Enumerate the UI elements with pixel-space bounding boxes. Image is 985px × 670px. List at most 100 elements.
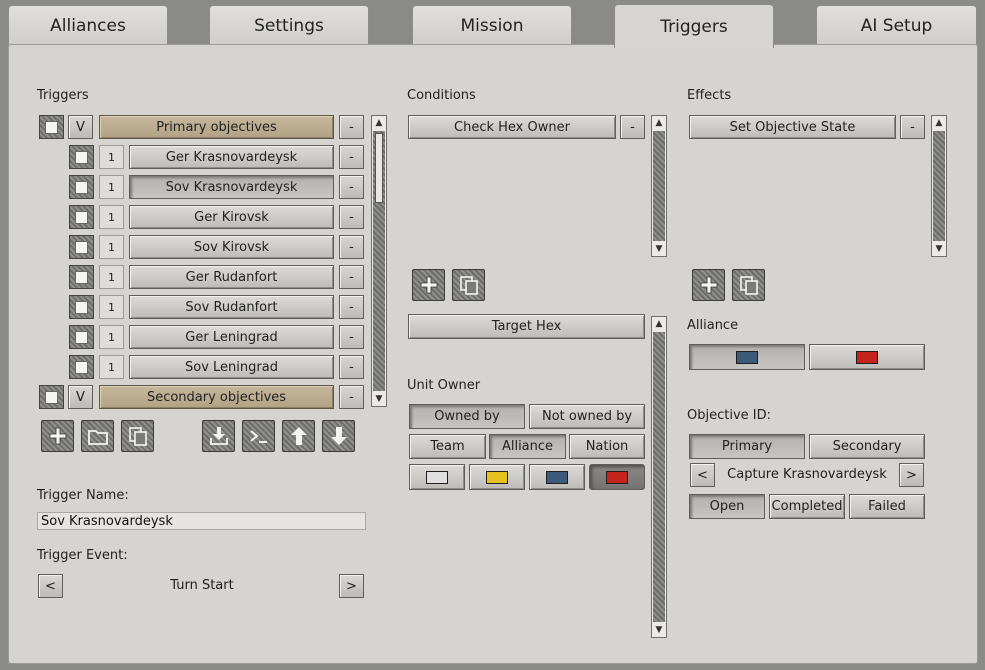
trigger-priority[interactable]: 1	[99, 325, 124, 349]
triggers-scrollbar[interactable]: ▲ ▼	[371, 115, 387, 407]
owned-by-button[interactable]: Owned by	[409, 404, 525, 429]
trigger-checkbox[interactable]	[69, 235, 94, 259]
trigger-checkbox[interactable]	[69, 175, 94, 199]
scroll-up-arrow-icon[interactable]: ▲	[932, 116, 946, 130]
group-remove-secondary[interactable]: -	[339, 385, 364, 409]
event-prev-button[interactable]: <	[38, 574, 63, 598]
event-next-button[interactable]: >	[339, 574, 364, 598]
trigger-priority[interactable]: 1	[99, 145, 124, 169]
color-swatch	[486, 470, 508, 484]
scroll-down-arrow-icon[interactable]: ▼	[932, 242, 946, 256]
scroll-track[interactable]	[373, 131, 385, 391]
color-swatch	[736, 350, 758, 364]
effect-remove-button[interactable]: -	[900, 115, 925, 139]
objective-next-button[interactable]: >	[899, 463, 924, 487]
scroll-up-arrow-icon[interactable]: ▲	[652, 116, 666, 130]
scroll-thumb[interactable]	[375, 133, 383, 203]
trigger-checkbox[interactable]	[69, 145, 94, 169]
condition-detail-scrollbar[interactable]: ▲ ▼	[651, 316, 667, 638]
scroll-track[interactable]	[653, 131, 665, 241]
group-checkbox-secondary[interactable]	[39, 385, 64, 409]
alliance-red-button[interactable]	[809, 344, 925, 370]
scroll-up-arrow-icon[interactable]: ▲	[372, 116, 386, 130]
trigger-remove-button[interactable]: -	[339, 205, 364, 229]
condition-check-hex-owner[interactable]: Check Hex Owner	[408, 115, 616, 139]
trigger-remove-button[interactable]: -	[339, 235, 364, 259]
scroll-track[interactable]	[933, 131, 945, 241]
scroll-down-arrow-icon[interactable]: ▼	[652, 623, 666, 637]
trigger-item[interactable]: Sov Leningrad	[129, 355, 334, 379]
trigger-checkbox[interactable]	[69, 205, 94, 229]
scroll-up-arrow-icon[interactable]: ▲	[652, 317, 666, 331]
trigger-checkbox[interactable]	[69, 355, 94, 379]
trigger-priority[interactable]: 1	[99, 355, 124, 379]
trigger-checkbox[interactable]	[69, 295, 94, 319]
trigger-item[interactable]: Sov Kirovsk	[129, 235, 334, 259]
group-toggle-primary[interactable]: V	[68, 115, 93, 139]
not-owned-by-button[interactable]: Not owned by	[529, 404, 645, 429]
arrow-up-icon	[290, 427, 307, 445]
effect-set-objective-state[interactable]: Set Objective State	[689, 115, 896, 139]
scroll-down-arrow-icon[interactable]: ▼	[652, 242, 666, 256]
state-failed-button[interactable]: Failed	[849, 494, 925, 519]
trigger-remove-button[interactable]: -	[339, 325, 364, 349]
trigger-priority[interactable]: 1	[99, 175, 124, 199]
trigger-priority[interactable]: 1	[99, 265, 124, 289]
trigger-remove-button[interactable]: -	[339, 145, 364, 169]
trigger-priority[interactable]: 1	[99, 235, 124, 259]
copy-trigger-button[interactable]	[121, 420, 154, 452]
trigger-priority[interactable]: 1	[99, 295, 124, 319]
owner-color-blue-button[interactable]	[529, 464, 585, 490]
alliance-button[interactable]: Alliance	[489, 434, 566, 459]
group-secondary-objectives[interactable]: Secondary objectives	[99, 385, 334, 409]
trigger-item[interactable]: Ger Leningrad	[129, 325, 334, 349]
copy-effect-button[interactable]	[732, 269, 765, 301]
state-open-button[interactable]: Open	[689, 494, 765, 519]
trigger-checkbox[interactable]	[69, 325, 94, 349]
scroll-down-arrow-icon[interactable]: ▼	[372, 392, 386, 406]
copy-condition-button[interactable]	[452, 269, 485, 301]
owner-color-white-button[interactable]	[409, 464, 465, 490]
script-trigger-button[interactable]	[242, 420, 275, 452]
owner-color-red-button[interactable]	[589, 464, 645, 490]
nation-button[interactable]: Nation	[569, 434, 645, 459]
trigger-item[interactable]: Ger Kirovsk	[129, 205, 334, 229]
trigger-remove-button[interactable]: -	[339, 265, 364, 289]
trigger-item[interactable]: Sov Krasnovardeysk	[129, 175, 334, 199]
import-trigger-button[interactable]	[202, 420, 235, 452]
move-down-button[interactable]	[322, 420, 355, 452]
owner-color-yellow-button[interactable]	[469, 464, 525, 490]
add-folder-button[interactable]	[81, 420, 114, 452]
plus-icon	[420, 276, 437, 294]
add-condition-button[interactable]	[412, 269, 445, 301]
objective-primary-button[interactable]: Primary	[689, 434, 805, 459]
trigger-remove-button[interactable]: -	[339, 295, 364, 319]
target-hex-button[interactable]: Target Hex	[408, 314, 645, 339]
objective-prev-button[interactable]: <	[690, 463, 715, 487]
trigger-item[interactable]: Ger Krasnovardeysk	[129, 145, 334, 169]
state-completed-button[interactable]: Completed	[769, 494, 845, 519]
add-effect-button[interactable]	[692, 269, 725, 301]
conditions-scrollbar[interactable]: ▲ ▼	[651, 115, 667, 257]
condition-remove-button[interactable]: -	[620, 115, 645, 139]
trigger-item[interactable]: Ger Rudanfort	[129, 265, 334, 289]
trigger-item[interactable]: Sov Rudanfort	[129, 295, 334, 319]
trigger-name-input[interactable]: Sov Krasnovardeysk	[37, 512, 366, 530]
group-checkbox-primary[interactable]	[39, 115, 64, 139]
add-trigger-button[interactable]	[41, 420, 74, 452]
alliance-blue-button[interactable]	[689, 344, 805, 370]
trigger-priority[interactable]: 1	[99, 205, 124, 229]
scroll-track[interactable]	[653, 332, 665, 622]
objective-secondary-button[interactable]: Secondary	[809, 434, 925, 459]
trigger-event-value: Turn Start	[170, 578, 234, 593]
group-remove-primary[interactable]: -	[339, 115, 364, 139]
trigger-name-label: Trigger Name:	[37, 488, 129, 503]
group-primary-objectives[interactable]: Primary objectives	[99, 115, 334, 139]
trigger-remove-button[interactable]: -	[339, 175, 364, 199]
move-up-button[interactable]	[282, 420, 315, 452]
group-toggle-secondary[interactable]: V	[68, 385, 93, 409]
trigger-remove-button[interactable]: -	[339, 355, 364, 379]
team-button[interactable]: Team	[409, 434, 486, 459]
trigger-checkbox[interactable]	[69, 265, 94, 289]
effects-scrollbar[interactable]: ▲ ▼	[931, 115, 947, 257]
